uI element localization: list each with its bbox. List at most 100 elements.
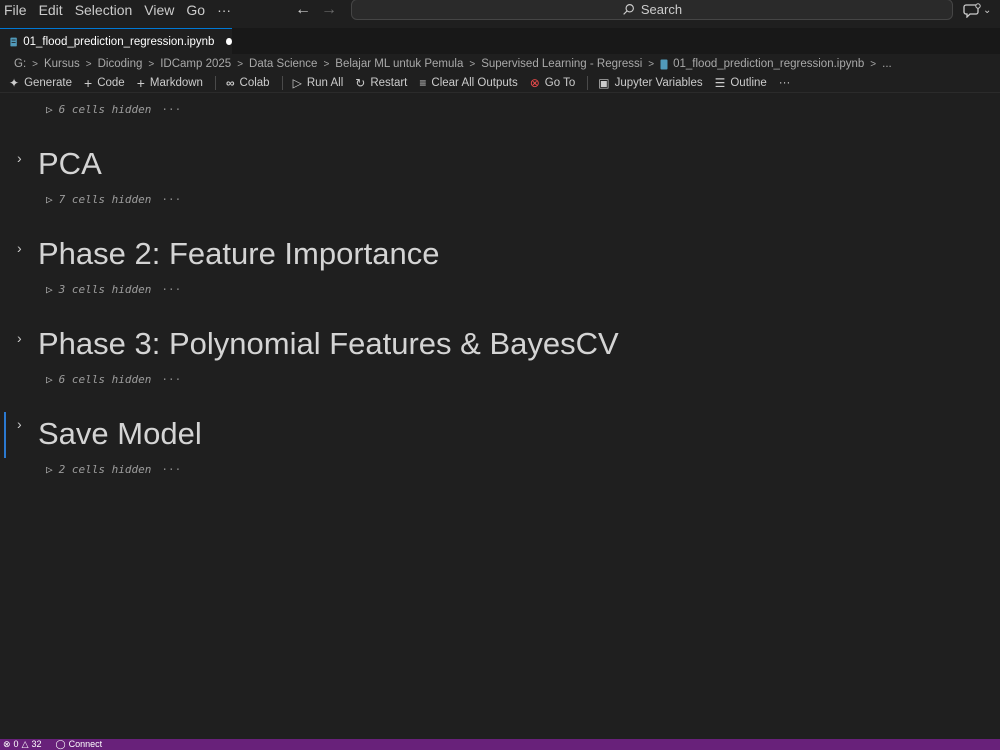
menu-edit[interactable]: Edit [33,0,69,20]
markdown-section-save-model[interactable]: › Save Model [0,412,1000,458]
chevron-right-icon[interactable]: › [17,330,22,346]
menu-selection[interactable]: Selection [69,0,139,20]
warning-count: 32 [31,739,42,749]
menu-go[interactable]: Go [180,0,211,20]
chevron-down-icon[interactable]: ⌄ [983,5,991,16]
plus-icon: + [84,75,93,91]
collapsed-cells-row[interactable]: ▷ 3 cells hidden ··· [46,281,181,297]
jupyter-variables-label: Jupyter Variables [614,77,703,89]
back-arrow-icon[interactable]: ← [294,1,312,19]
connect-button[interactable]: ◯ Connect [56,739,103,750]
chevron-right-icon[interactable]: › [17,150,22,166]
add-markdown-button[interactable]: + Markdown [136,75,203,91]
notebook-file-icon [660,59,668,69]
more-actions-button[interactable]: ··· [779,77,791,89]
error-circle-icon: ⊗ [529,76,540,90]
chevron-right-icon: > [32,58,38,70]
section-heading: PCA [38,146,102,181]
cell-focus-indicator [4,412,6,458]
search-label: Search [640,2,683,17]
section-heading: Phase 2: Feature Importance [38,236,440,271]
plus-icon: + [136,75,145,91]
ellipsis-icon[interactable]: ··· [161,283,181,296]
go-to-button[interactable]: ⊗ Go To [530,77,576,89]
breadcrumb-idcamp[interactable]: IDCamp 2025 [160,58,231,70]
clear-outputs-label: Clear All Outputs [431,77,518,89]
notebook-toolbar: ✦ Generate + Code + Markdown ∞ Colab ▷ R… [0,75,1000,93]
tab-notebook[interactable]: 01_flood_prediction_regression.ipynb [0,28,232,54]
forward-arrow-icon[interactable]: → [320,1,338,19]
run-all-button[interactable]: ▷ Run All [293,77,344,89]
warning-icon: △ [21,739,29,749]
markdown-section-polynomial[interactable]: › Phase 3: Polynomial Features & BayesCV [0,324,1000,368]
copilot-chat-button[interactable]: ⌄ [963,0,991,20]
chevron-right-icon: > [870,58,877,70]
menu-file[interactable]: File [4,0,33,20]
ellipsis-icon[interactable]: ··· [161,373,181,386]
breadcrumb-more[interactable]: ... [882,58,892,70]
expand-play-icon[interactable]: ▷ [46,103,53,116]
title-bar: File Edit Selection View Go ··· ← → Sear… [0,0,1000,20]
breadcrumb-dicoding[interactable]: Dicoding [98,58,143,70]
variables-icon: ▣ [598,76,610,90]
editor-tab-bar: 01_flood_prediction_regression.ipynb [0,28,1000,54]
markdown-label: Markdown [149,77,203,89]
jupyter-variables-button[interactable]: ▣ Jupyter Variables [598,77,702,89]
outline-label: Outline [730,77,767,89]
menu-more[interactable]: ··· [211,0,237,20]
generate-label: Generate [24,77,73,89]
menu-view[interactable]: View [138,0,180,20]
colab-button[interactable]: ∞ Colab [226,77,270,89]
chat-icon [963,2,981,18]
breadcrumb-file[interactable]: 01_flood_prediction_regression.ipynb [660,58,864,70]
breadcrumb-data-science[interactable]: Data Science [249,58,317,70]
colab-icon: ∞ [225,76,235,90]
command-center-search[interactable]: Search [351,0,953,20]
hidden-cells-label: 7 cells hidden [58,192,152,206]
clear-all-outputs-button[interactable]: ≡ Clear All Outputs [419,77,517,89]
outline-button[interactable]: ☰ Outline [715,77,767,89]
status-bar: ⊗ 0 △ 32 ◯ Connect [0,739,1000,750]
collapsed-cells-row[interactable]: ▷ 2 cells hidden ··· [46,461,181,477]
chevron-right-icon: > [323,58,330,70]
markdown-section-feature-importance[interactable]: › Phase 2: Feature Importance [0,234,1000,278]
notebook-editor: ▷ 6 cells hidden ··· › PCA ▷ 7 cells hid… [0,96,1000,738]
sparkle-icon: ✦ [9,76,20,90]
unsaved-dot-icon[interactable] [226,38,232,45]
restart-label: Restart [370,77,408,89]
ellipsis-icon[interactable]: ··· [161,103,181,116]
generate-button[interactable]: ✦ Generate [9,77,72,89]
problems-indicator[interactable]: ⊗ 0 △ 32 [3,739,42,750]
chevron-right-icon: > [469,58,476,70]
hidden-cells-label: 6 cells hidden [58,372,152,386]
markdown-section-pca[interactable]: › PCA [0,144,1000,188]
collapsed-cells-row[interactable]: ▷ 7 cells hidden ··· [46,191,181,207]
restart-button[interactable]: ↻ Restart [355,77,407,89]
expand-play-icon[interactable]: ▷ [46,373,53,386]
chevron-right-icon[interactable]: › [17,240,22,256]
ellipsis-icon[interactable]: ··· [161,463,181,476]
tab-label: 01_flood_prediction_regression.ipynb [23,35,215,48]
breadcrumb-kursus[interactable]: Kursus [44,58,80,70]
breadcrumb-drive[interactable]: G: [14,58,26,70]
breadcrumb: G: > Kursus > Dicoding > IDCamp 2025 > D… [0,56,1000,72]
expand-play-icon[interactable]: ▷ [46,193,53,206]
collapsed-cells-row[interactable]: ▷ 6 cells hidden ··· [46,371,181,387]
add-code-button[interactable]: + Code [84,75,125,91]
list-icon: ☰ [714,76,726,90]
hidden-cells-label: 3 cells hidden [58,282,152,296]
chevron-right-icon: > [85,58,92,70]
hidden-cells-label: 2 cells hidden [58,462,152,476]
expand-play-icon[interactable]: ▷ [46,283,53,296]
colab-label: Colab [239,77,270,89]
code-label: Code [97,77,125,89]
expand-play-icon[interactable]: ▷ [46,463,53,476]
toolbar-divider [214,76,216,90]
database-icon: ◯ [55,739,66,749]
collapsed-cells-row[interactable]: ▷ 6 cells hidden ··· [46,101,181,117]
ellipsis-icon[interactable]: ··· [161,193,181,206]
chevron-right-icon[interactable]: › [17,416,22,432]
connect-label: Connect [68,739,103,749]
breadcrumb-supervised[interactable]: Supervised Learning - Regressi [481,58,642,70]
breadcrumb-belajar-ml[interactable]: Belajar ML untuk Pemula [335,58,463,70]
